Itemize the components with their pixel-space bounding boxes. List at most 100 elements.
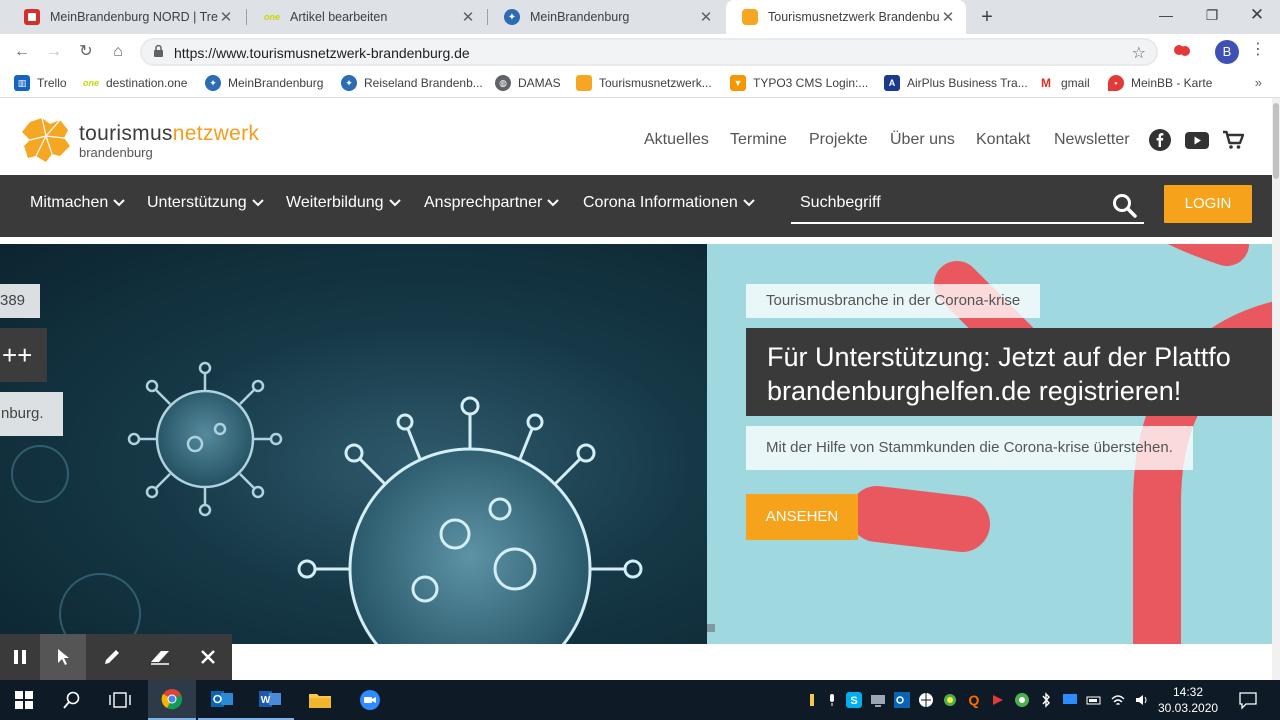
destination-one-icon: one xyxy=(83,78,100,88)
puzzle-tray-icon[interactable] xyxy=(942,692,958,708)
folder-icon xyxy=(309,694,331,708)
bookmark-gmail[interactable]: Mgmail xyxy=(1038,75,1090,91)
volume-icon[interactable] xyxy=(1134,692,1150,708)
tray-dots-icon[interactable] xyxy=(804,692,820,708)
bookmark-label: Reiseland Brandenb... xyxy=(364,76,483,90)
browser-tab-strip: MeinBrandenburg NORD | Trello ✕ one Arti… xyxy=(0,0,1280,34)
mainnav-ansprechpartner[interactable]: Ansprechpartner xyxy=(424,194,560,212)
tab-artikel-bearbeiten[interactable]: one Artikel bearbeiten ✕ xyxy=(248,0,486,34)
window-close-button[interactable]: ✕ xyxy=(1234,0,1280,30)
shopping-cart-icon[interactable] xyxy=(1222,130,1244,150)
extension-icon[interactable] xyxy=(1173,42,1191,63)
wifi-icon[interactable] xyxy=(1110,692,1126,708)
word-icon: W xyxy=(259,691,281,707)
windows-taskbar: W S Q 14:32 30.03.2020 xyxy=(0,680,1280,720)
maximize-button[interactable]: ❐ xyxy=(1189,0,1235,30)
reiseland-icon: ✦ xyxy=(341,75,357,91)
topnav-ueber-uns[interactable]: Über uns xyxy=(890,131,955,149)
search-icon[interactable] xyxy=(1112,193,1137,218)
bookmark-destination-one[interactable]: one destination.one xyxy=(83,75,187,91)
microphone-icon[interactable] xyxy=(824,692,840,708)
mainnav-corona-informationen[interactable]: Corona Informationen xyxy=(583,194,756,212)
slider-dot-3[interactable] xyxy=(707,624,715,632)
logo-word2: netzwerk xyxy=(172,122,260,145)
svg-text:Q: Q xyxy=(969,692,980,708)
close-icon[interactable]: ✕ xyxy=(460,8,476,26)
topnav-aktuelles[interactable]: Aktuelles xyxy=(644,131,709,149)
tab-meinbrandenburg[interactable]: ✦ MeinBrandenburg ✕ xyxy=(488,0,724,34)
topnav-kontakt[interactable]: Kontakt xyxy=(976,131,1030,149)
facebook-icon[interactable] xyxy=(1149,129,1171,151)
bookmark-star-icon[interactable]: ☆ xyxy=(1132,43,1146,63)
tab-trello[interactable]: MeinBrandenburg NORD | Trello ✕ xyxy=(8,0,244,34)
minimize-button[interactable]: — xyxy=(1143,0,1189,30)
topnav-termine[interactable]: Termine xyxy=(730,131,787,149)
mainnav-mitmachen[interactable]: Mitmachen xyxy=(30,194,126,212)
eraser-tool-button[interactable] xyxy=(138,634,182,680)
red-arrow-tray-icon[interactable] xyxy=(990,692,1006,708)
recorder-close-button[interactable] xyxy=(186,634,230,680)
meinbrandenburg-icon: ✦ xyxy=(504,9,520,25)
home-button[interactable]: ⌂ xyxy=(106,40,130,64)
bookmark-meinbrandenburg[interactable]: ✦ MeinBrandenburg xyxy=(205,75,323,91)
topnav-projekte[interactable]: Projekte xyxy=(809,131,868,149)
chat-tray-icon[interactable] xyxy=(1062,692,1078,708)
bookmark-damas[interactable]: ◍ DAMAS xyxy=(495,75,561,91)
login-button[interactable]: LOGIN xyxy=(1164,185,1252,223)
close-icon[interactable]: ✕ xyxy=(698,8,714,26)
site-search-input[interactable] xyxy=(800,194,1100,212)
scrollbar-thumb[interactable] xyxy=(1273,103,1279,179)
new-tab-button[interactable]: + xyxy=(977,5,997,29)
pause-icon xyxy=(14,650,26,664)
bookmarks-overflow-icon[interactable]: » xyxy=(1255,75,1262,90)
bookmark-tourismusnetzwerk[interactable]: Tourismusnetzwerk... xyxy=(576,75,712,91)
reload-button[interactable]: ↻ xyxy=(74,40,98,64)
menu-kebab-icon[interactable]: ⋮ xyxy=(1250,39,1266,59)
mainnav-weiterbildung[interactable]: Weiterbildung xyxy=(286,194,402,212)
url-text[interactable]: https://www.tourismusnetzwerk-brandenbur… xyxy=(174,45,470,61)
hero-title: Für Unterstützung: Jetzt auf der Plattfo… xyxy=(746,328,1272,416)
bookmark-reiseland[interactable]: ✦ Reiseland Brandenb... xyxy=(341,75,483,91)
taskbar-clock[interactable]: 14:32 30.03.2020 xyxy=(1158,684,1218,716)
taskbar-zoom[interactable] xyxy=(346,680,394,720)
pause-button[interactable] xyxy=(0,634,40,680)
taskbar-outlook[interactable] xyxy=(198,680,246,720)
pointer-tool-button[interactable] xyxy=(40,634,86,680)
close-icon[interactable]: ✕ xyxy=(940,8,956,26)
back-button[interactable]: ← xyxy=(10,40,34,64)
address-bar[interactable]: https://www.tourismusnetzwerk-brandenbur… xyxy=(140,38,1158,66)
page-scrollbar[interactable] xyxy=(1272,98,1280,680)
profile-avatar[interactable]: B xyxy=(1215,40,1239,64)
bookmark-meinbb-karte[interactable]: • MeinBB - Karte xyxy=(1108,75,1212,91)
skype-icon[interactable]: S xyxy=(846,692,862,708)
outlook-tray-icon[interactable] xyxy=(894,692,910,708)
hero-cta-button[interactable]: ANSEHEN xyxy=(746,494,858,540)
topnav-newsletter[interactable]: Newsletter xyxy=(1054,131,1130,149)
bookmark-airplus[interactable]: A AirPlus Business Tra... xyxy=(884,75,1028,91)
notification-center-icon[interactable] xyxy=(1238,690,1258,710)
taskbar-file-explorer[interactable] xyxy=(296,680,344,720)
tab-title: MeinBrandenburg NORD | Trello xyxy=(50,10,218,24)
pen-tool-button[interactable] xyxy=(90,634,134,680)
mainnav-unterstuetzung[interactable]: Unterstützung xyxy=(147,194,265,212)
taskbar-chrome[interactable] xyxy=(148,680,196,720)
youtube-icon[interactable] xyxy=(1185,132,1209,149)
bookmark-typo3[interactable]: ▼ TYPO3 CMS Login:... xyxy=(730,75,868,91)
forward-button[interactable]: → xyxy=(42,40,66,64)
q-tray-icon[interactable]: Q xyxy=(966,692,982,708)
task-view-button[interactable] xyxy=(96,680,144,720)
battery-icon[interactable] xyxy=(1086,692,1102,708)
display-icon[interactable] xyxy=(870,692,886,708)
green-tray-icon[interactable] xyxy=(1014,692,1030,708)
tab-tourismusnetzwerk[interactable]: Tourismusnetzwerk Brandenburg ✕ xyxy=(726,0,966,34)
lock-icon xyxy=(154,45,163,57)
taskbar-word[interactable]: W xyxy=(246,680,294,720)
windows-logo-icon xyxy=(15,691,33,709)
bookmark-trello[interactable]: ▥ Trello xyxy=(14,75,67,91)
network-globe-icon[interactable] xyxy=(918,692,934,708)
windows-start-button[interactable] xyxy=(0,680,48,720)
bluetooth-icon[interactable] xyxy=(1038,692,1054,708)
chevron-down-icon xyxy=(743,199,755,207)
taskbar-search-button[interactable] xyxy=(48,680,96,720)
close-icon[interactable]: ✕ xyxy=(218,8,234,26)
